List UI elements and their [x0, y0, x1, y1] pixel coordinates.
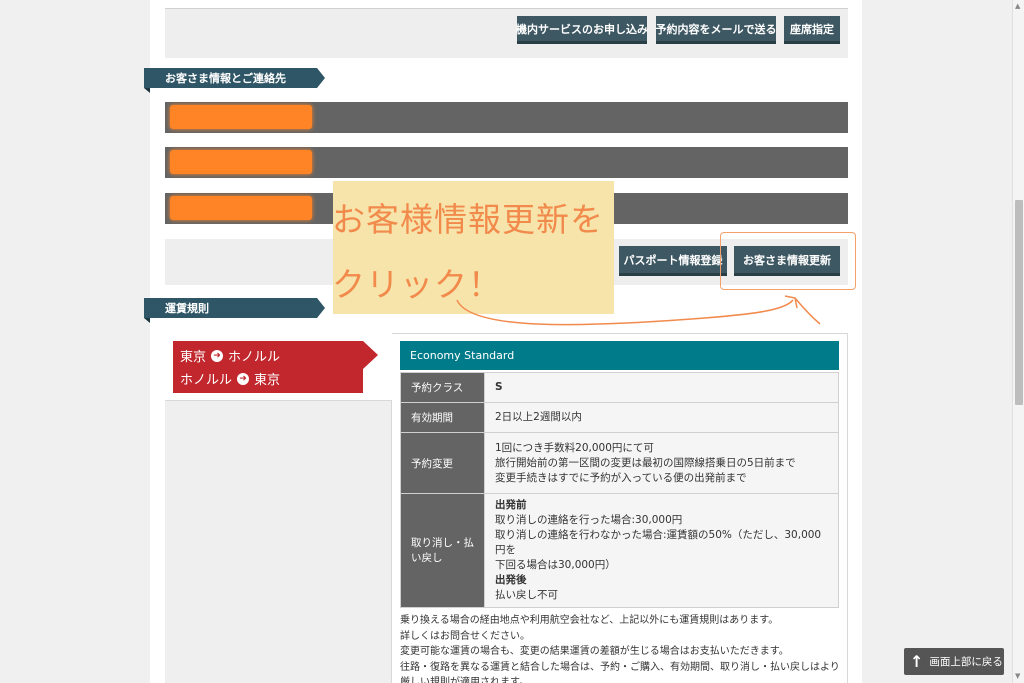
table-row: 取り消し・払 い戻し 出発前 取り消しの連絡を行った場合:30,000円 取り消… — [400, 493, 839, 608]
section-tag-fold — [144, 88, 150, 93]
route-outbound-from: 東京 — [180, 350, 207, 365]
cancel-line: 取り消しの連絡を行わなかった場合:運賃額の50%（ただし、30,000円を — [495, 529, 822, 556]
fare-name-header: Economy Standard — [400, 341, 839, 370]
fare-rules-table: 予約クラス S 有効期間 2日以上2週間以内 予約変更 1回につき手数料20,0… — [400, 372, 839, 608]
annotation-highlight-box — [720, 232, 856, 290]
section-tag-fold-2 — [144, 318, 150, 323]
note-line: 厳しい規則が適用されます。 — [400, 677, 529, 683]
route-outbound-to: ホノルル — [228, 350, 281, 365]
table-row: 予約クラス S — [400, 372, 839, 403]
inflight-service-button[interactable]: 機内サービスのお申し込み — [516, 16, 648, 44]
route-return-from: ホノルル — [180, 373, 233, 388]
redacted-email — [170, 196, 312, 220]
after-departure-label: 出発後 — [495, 574, 527, 586]
seat-selection-button[interactable]: 座席指定 — [784, 16, 840, 44]
fare-label: 取り消し・払 い戻し — [400, 493, 485, 608]
arrow-up-icon: ↑ — [910, 652, 924, 671]
route-return: ホノルル ➜ 東京 — [180, 369, 280, 388]
route-outbound: 東京 ➜ ホノルル — [180, 346, 280, 365]
fare-change-line: 変更手続きはすでに予約が入っている便の出発前まで — [495, 471, 747, 484]
fare-label: 予約クラス — [400, 372, 485, 403]
note-line: 往路・復路を異なる運賃と結合した場合は、予約・ご購入、有効期間、取り消し・払い戻… — [400, 661, 840, 673]
page-scrollbar[interactable]: ▲ ▼ — [1012, 0, 1024, 683]
fare-value: 1回につき手数料20,000円にて可 旅行開始前の第一区間の変更は最初の国際線搭… — [484, 432, 839, 494]
fare-change-line: 旅行開始前の第一区間の変更は最初の国際線搭乗日の5日前まで — [495, 456, 796, 469]
table-row: 有効期間 2日以上2週間以内 — [400, 402, 839, 433]
fare-label-line: 取り消し・払 — [411, 536, 474, 549]
fare-value: S — [484, 372, 839, 403]
fare-change-line: 1回につき手数料20,000円にて可 — [495, 441, 654, 454]
arrow-right-icon: ➜ — [237, 372, 250, 385]
customer-info-row-1 — [165, 102, 848, 133]
cancel-line: 取り消しの連絡を行った場合:30,000円 — [495, 514, 683, 526]
fare-label: 予約変更 — [400, 432, 485, 494]
redacted-phone — [170, 150, 312, 174]
cancel-line: 払い戻し不可 — [495, 589, 558, 601]
passport-register-button[interactable]: パスポート情報登録 — [619, 246, 727, 276]
scroll-thumb[interactable] — [1015, 200, 1023, 405]
customer-section-title: お客さま情報とご連絡先 — [144, 68, 325, 88]
fare-value: 出発前 取り消しの連絡を行った場合:30,000円 取り消しの連絡を行わなかった… — [484, 493, 839, 608]
fare-label-line: い戻し — [411, 551, 443, 564]
scroll-up-icon[interactable]: ▲ — [1015, 2, 1020, 10]
fare-rules-title: 運賃規則 — [144, 298, 325, 318]
annotation-text-line1: お客様情報更新を — [332, 200, 604, 239]
back-to-top-label: 画面上部に戻る — [929, 656, 1003, 668]
redacted-name — [170, 105, 312, 129]
arrow-right-icon: ➜ — [211, 349, 224, 362]
fare-label: 有効期間 — [400, 402, 485, 433]
customer-info-row-2 — [165, 147, 848, 178]
back-to-top-button[interactable]: ↑ 画面上部に戻る — [904, 648, 1004, 675]
fare-notes: 乗り換える場合の経由地点や利用航空会社など、上記以外にも運賃規則はあります。 詳… — [400, 613, 845, 683]
before-departure-label: 出発前 — [495, 499, 527, 511]
scroll-down-icon[interactable]: ▼ — [1015, 672, 1020, 680]
email-reservation-button[interactable]: 予約内容をメールで送る — [656, 16, 777, 44]
route-return-to: 東京 — [254, 373, 281, 388]
note-line: 乗り換える場合の経由地点や利用航空会社など、上記以外にも運賃規則はあります。 — [400, 615, 779, 626]
note-line: 変更可能な運賃の場合も、変更の結果運賃の差額が生じる場合はお支払いただきます。 — [400, 646, 789, 657]
cancel-line: 下回る場合は30,000円） — [495, 559, 616, 571]
fare-value: 2日以上2週間以内 — [484, 402, 839, 433]
table-row: 予約変更 1回につき手数料20,000円にて可 旅行開始前の第一区間の変更は最初… — [400, 432, 839, 494]
note-line: 詳しくはお問合せください。 — [400, 630, 530, 642]
